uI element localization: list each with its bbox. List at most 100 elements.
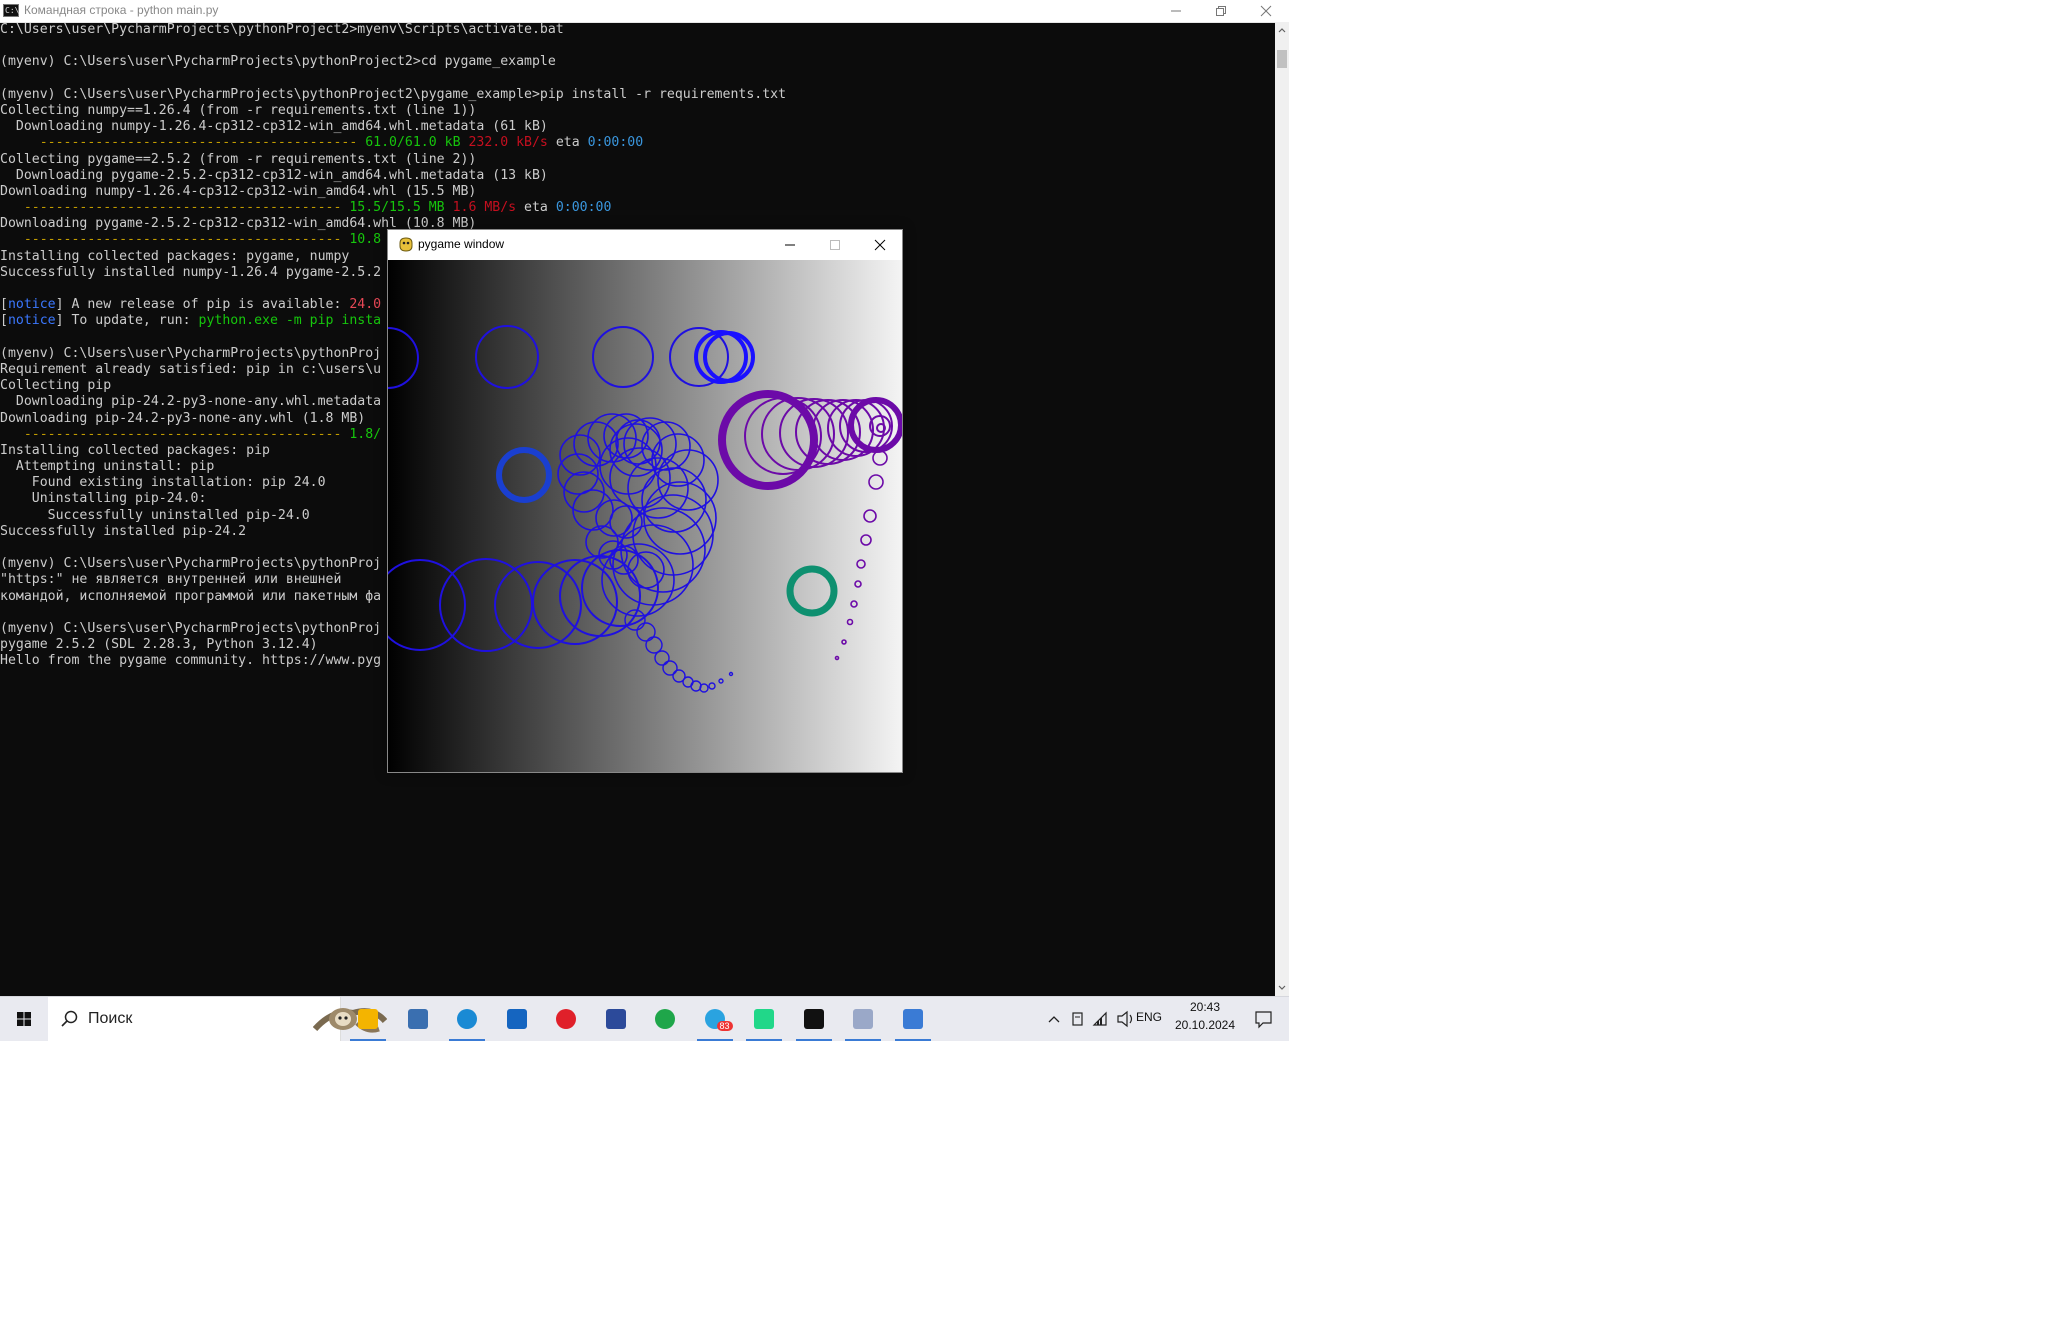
- python-idle-icon: [407, 1009, 428, 1029]
- console-text-span: Uninstalling pip-24.0:: [0, 491, 207, 507]
- taskbar-app-edge[interactable]: [443, 997, 491, 1041]
- taskbar-app-file-explorer[interactable]: [344, 997, 392, 1041]
- maximize-icon: [830, 240, 840, 250]
- console-text-span: "https:" не является внутренней или внеш…: [0, 572, 342, 588]
- console-text-span: notice: [7, 313, 56, 329]
- console-text-span: 232.0 kB/s: [468, 135, 548, 151]
- search-icon: [61, 1010, 78, 1027]
- console-text-span: 0:00:00: [555, 200, 612, 216]
- pygame-window: pygame window: [387, 229, 903, 773]
- search-placeholder: Поиск: [88, 1010, 133, 1027]
- close-icon: [1260, 5, 1272, 17]
- notifications-icon[interactable]: [1253, 997, 1275, 1041]
- console-line: (myenv) C:\Users\user\PycharmProjects\py…: [0, 87, 1275, 103]
- paint-brush-icon: [853, 1009, 873, 1029]
- console-line: Collecting pygame==2.5.2 (from -r requir…: [0, 152, 1275, 168]
- console-text-span: [: [0, 297, 8, 313]
- chevron-up-icon[interactable]: [1045, 997, 1063, 1041]
- minimize-icon: [1171, 10, 1181, 12]
- running-indicator: [746, 1039, 782, 1041]
- console-line: ----------------------------------------…: [0, 135, 1275, 151]
- console-title: Командная строка - python main.py: [24, 3, 219, 17]
- restore-icon: [1216, 6, 1226, 16]
- running-indicator: [350, 1039, 386, 1041]
- console-scrollbar[interactable]: [1275, 22, 1289, 996]
- console-text-span: ----------------------------------------: [0, 200, 350, 216]
- minimize-button[interactable]: [1154, 0, 1199, 22]
- taskbar-app-terminal[interactable]: [790, 997, 838, 1041]
- console-text-span: командой, исполняемой программой или пак…: [0, 588, 382, 604]
- pygame-app-icon: [902, 1009, 923, 1029]
- console-text-span: 1.8/: [349, 426, 382, 442]
- console-text-span: eta: [516, 200, 556, 216]
- console-text-span: 61.0/61.0 kB: [365, 135, 461, 151]
- taskbar-app-python-idle[interactable]: [394, 997, 442, 1041]
- taskbar-app-paint-brush[interactable]: [839, 997, 887, 1041]
- taskbar-app-pygame-app[interactable]: [889, 997, 937, 1041]
- pygame-maximize-button[interactable]: [813, 230, 858, 260]
- taskbar-app-paint-app[interactable]: [592, 997, 640, 1041]
- taskbar-app-mail[interactable]: [493, 997, 541, 1041]
- scroll-up-arrow[interactable]: [1275, 22, 1289, 38]
- console-text-span: (myenv) C:\Users\user\PycharmProjects\py…: [0, 345, 382, 361]
- chevron-down-icon: [1278, 985, 1286, 990]
- console-line: ----------------------------------------…: [0, 200, 1275, 216]
- console-text-span: Collecting pygame==2.5.2 (from -r requir…: [0, 151, 477, 167]
- console-text-span: 10.8: [349, 232, 382, 248]
- wifi-icon[interactable]: [1091, 997, 1111, 1041]
- running-indicator: [845, 1039, 881, 1041]
- console-line: Downloading pygame-2.5.2-cp312-cp312-win…: [0, 168, 1275, 184]
- taskbar-app-opera[interactable]: [542, 997, 590, 1041]
- clock-time[interactable]: 20:43: [1165, 1000, 1245, 1014]
- console-text-span: eta: [547, 135, 588, 151]
- minimize-icon: [785, 244, 795, 246]
- pygame-close-button[interactable]: [858, 230, 903, 260]
- console-text-span: ] To update, run:: [55, 313, 199, 329]
- pygame-canvas[interactable]: [388, 260, 902, 772]
- start-button[interactable]: [0, 997, 48, 1041]
- console-line: Downloading numpy-1.26.4-cp312-cp312-win…: [0, 119, 1275, 135]
- console-text-span: [445, 200, 453, 215]
- language-indicator[interactable]: ENG: [1136, 1010, 1162, 1024]
- restore-button[interactable]: [1199, 0, 1244, 22]
- console-text-span: Downloading numpy-1.26.4-cp312-cp312-win…: [0, 183, 477, 199]
- taskbar-app-telegram[interactable]: 83: [691, 997, 739, 1041]
- taskbar-search-box[interactable]: Поиск: [48, 997, 387, 1041]
- taskbar: Поиск 83 ENG 20:43 20.10.2024: [0, 996, 1289, 1041]
- edge-icon: [457, 1009, 477, 1029]
- device-icon[interactable]: [1069, 997, 1087, 1041]
- console-text-span: Successfully uninstalled pip-24.0: [0, 507, 310, 523]
- console-text-span: Successfully installed pip-24.2: [0, 523, 247, 539]
- console-text-span: Downloading numpy-1.26.4-cp312-cp312-win…: [0, 119, 548, 135]
- pycharm-icon: [754, 1009, 774, 1029]
- console-text-span: (myenv) C:\Users\user\PycharmProjects\py…: [0, 86, 787, 102]
- console-text-span: Downloading pip-24.2-py3-none-any.whl (1…: [0, 410, 366, 426]
- pygame-minimize-button[interactable]: [768, 230, 813, 260]
- telegram-badge: 83: [716, 1021, 733, 1031]
- console-text-span: Attempting uninstall: pip: [0, 459, 215, 475]
- volume-icon[interactable]: [1115, 997, 1137, 1041]
- opera-icon: [556, 1009, 576, 1029]
- taskbar-app-pycharm[interactable]: [740, 997, 788, 1041]
- console-titlebar[interactable]: C:\ Командная строка - python main.py: [0, 0, 1289, 23]
- console-text-span: notice: [7, 297, 56, 313]
- console-text-span: 24.0: [349, 297, 382, 313]
- console-text-span: C:\Users\user\PycharmProjects\pythonProj…: [0, 22, 564, 37]
- console-text-span: [: [0, 313, 8, 329]
- console-text-span: Successfully installed numpy-1.26.4 pyga…: [0, 264, 382, 280]
- close-icon: [874, 239, 886, 251]
- scroll-thumb[interactable]: [1277, 50, 1287, 68]
- taskbar-app-browser-e[interactable]: [641, 997, 689, 1041]
- clock-date[interactable]: 20.10.2024: [1165, 1018, 1245, 1032]
- console-text-span: ] A new release of pip is available:: [55, 297, 350, 313]
- console-text-span: ----------------------------------------: [0, 232, 350, 248]
- scroll-down-arrow[interactable]: [1275, 980, 1289, 996]
- pygame-title: pygame window: [418, 237, 505, 251]
- browser-e-icon: [655, 1009, 675, 1029]
- pygame-titlebar[interactable]: pygame window: [388, 230, 902, 260]
- console-line: Collecting numpy==1.26.4 (from -r requir…: [0, 103, 1275, 119]
- running-indicator: [894, 1039, 931, 1041]
- cmd-icon: C:\: [3, 4, 20, 17]
- close-button[interactable]: [1244, 0, 1289, 22]
